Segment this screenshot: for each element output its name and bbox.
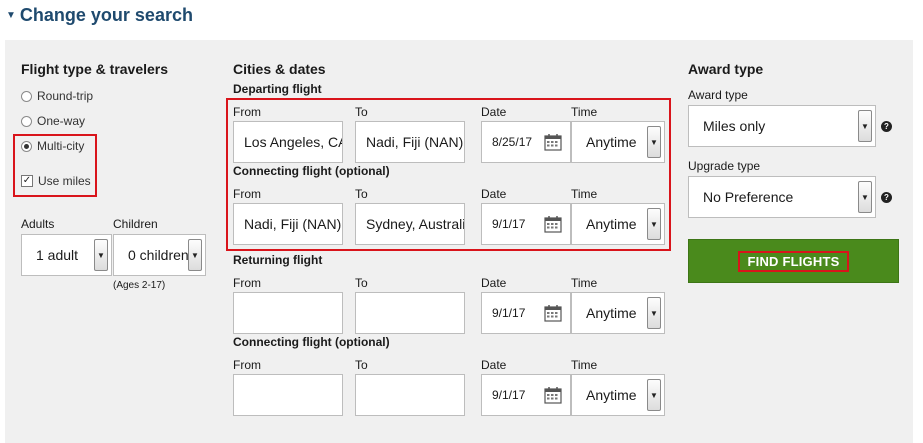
time-select[interactable]: Anytime ▼: [571, 292, 665, 334]
award-type-label: Award type: [688, 88, 748, 102]
date-label: Date: [481, 276, 507, 290]
time-value: Anytime: [586, 387, 637, 403]
question-icon[interactable]: ?: [881, 121, 892, 132]
segment-heading: Returning flight: [233, 253, 323, 267]
award-type-value: Miles only: [703, 118, 766, 134]
chevron-down-icon: ▼: [858, 181, 872, 213]
date-value: 8/25/17: [492, 135, 533, 149]
find-flights-label: FIND FLIGHTS: [737, 250, 850, 272]
award-type-title: Award type: [688, 61, 764, 77]
upgrade-type-select[interactable]: No Preference ▼: [688, 176, 876, 218]
from-label: From: [233, 105, 261, 119]
adults-select[interactable]: 1 adult ▼: [21, 234, 112, 276]
question-icon[interactable]: ?: [881, 192, 892, 203]
time-value: Anytime: [586, 305, 637, 321]
cities-dates-title: Cities & dates: [233, 61, 326, 77]
upgrade-type-value: No Preference: [703, 189, 794, 205]
chevron-down-icon: ▼: [188, 239, 202, 271]
radio-label: One-way: [37, 114, 86, 128]
checkmark-icon: ✓: [21, 175, 33, 187]
find-flights-button[interactable]: FIND FLIGHTS: [688, 239, 899, 283]
to-input[interactable]: Sydney, Australia: [355, 203, 465, 245]
chevron-down-icon: ▼: [647, 208, 661, 240]
children-value: 0 children: [128, 247, 189, 263]
children-label: Children: [113, 217, 158, 231]
time-value: Anytime: [586, 216, 637, 232]
time-select[interactable]: Anytime ▼: [571, 121, 665, 163]
to-label: To: [355, 358, 368, 372]
date-input[interactable]: 8/25/17: [481, 121, 571, 163]
segment-heading: Departing flight: [233, 82, 322, 96]
from-label: From: [233, 187, 261, 201]
radio-label: Round-trip: [37, 89, 94, 103]
time-label: Time: [571, 105, 598, 119]
time-select[interactable]: Anytime ▼: [571, 374, 665, 416]
calendar-icon[interactable]: [544, 386, 562, 404]
time-label: Time: [571, 187, 598, 201]
radio-circle-selected: [21, 140, 32, 152]
award-type-select[interactable]: Miles only ▼: [688, 105, 876, 147]
radio-circle: [21, 115, 32, 127]
chevron-down-icon: ▼: [858, 110, 872, 142]
children-age-note: (Ages 2-17): [113, 280, 166, 291]
date-value: 9/1/17: [492, 388, 526, 402]
time-value: Anytime: [586, 134, 637, 150]
triangle-down-icon: ▼: [6, 10, 16, 21]
upgrade-type-label: Upgrade type: [688, 159, 761, 173]
segment-heading: Connecting flight (optional): [233, 164, 390, 178]
adults-label: Adults: [21, 217, 55, 231]
date-label: Date: [481, 105, 507, 119]
checkbox-label: Use miles: [38, 174, 91, 188]
date-label: Date: [481, 358, 507, 372]
calendar-icon[interactable]: [544, 215, 562, 233]
use-miles-checkbox[interactable]: ✓ Use miles: [21, 174, 91, 188]
date-value: 9/1/17: [492, 306, 526, 320]
to-input[interactable]: Nadi, Fiji (NAN): [355, 121, 465, 163]
from-label: From: [233, 358, 261, 372]
from-label: From: [233, 276, 261, 290]
chevron-down-icon: ▼: [94, 239, 108, 271]
calendar-icon[interactable]: [544, 133, 562, 151]
radio-label: Multi-city: [37, 139, 85, 153]
to-label: To: [355, 105, 368, 119]
date-input[interactable]: 9/1/17: [481, 374, 571, 416]
to-label: To: [355, 276, 368, 290]
children-select[interactable]: 0 children ▼: [113, 234, 206, 276]
chevron-down-icon: ▼: [647, 379, 661, 411]
time-label: Time: [571, 276, 598, 290]
date-input[interactable]: 9/1/17: [481, 292, 571, 334]
radio-round-trip[interactable]: Round-trip: [21, 89, 93, 103]
radio-circle: [21, 90, 32, 102]
date-value: 9/1/17: [492, 217, 526, 231]
from-input[interactable]: [233, 374, 343, 416]
adults-value: 1 adult: [36, 247, 79, 263]
time-select[interactable]: Anytime ▼: [571, 203, 665, 245]
from-input[interactable]: Los Angeles, CA: [233, 121, 343, 163]
flight-type-title: Flight type & travelers: [21, 61, 169, 77]
to-label: To: [355, 187, 368, 201]
time-label: Time: [571, 358, 598, 372]
from-input[interactable]: [233, 292, 343, 334]
calendar-icon[interactable]: [544, 304, 562, 322]
date-label: Date: [481, 187, 507, 201]
segment-heading: Connecting flight (optional): [233, 335, 390, 349]
radio-one-way[interactable]: One-way: [21, 114, 85, 128]
from-input[interactable]: Nadi, Fiji (NAN): [233, 203, 343, 245]
page-title: Change your search: [19, 5, 193, 25]
chevron-down-icon: ▼: [647, 297, 661, 329]
radio-multi-city[interactable]: Multi-city: [21, 139, 84, 153]
chevron-down-icon: ▼: [647, 126, 661, 158]
change-search-toggle[interactable]: ▼ Change your search: [6, 5, 193, 26]
to-input[interactable]: [355, 374, 465, 416]
to-input[interactable]: [355, 292, 465, 334]
date-input[interactable]: 9/1/17: [481, 203, 571, 245]
